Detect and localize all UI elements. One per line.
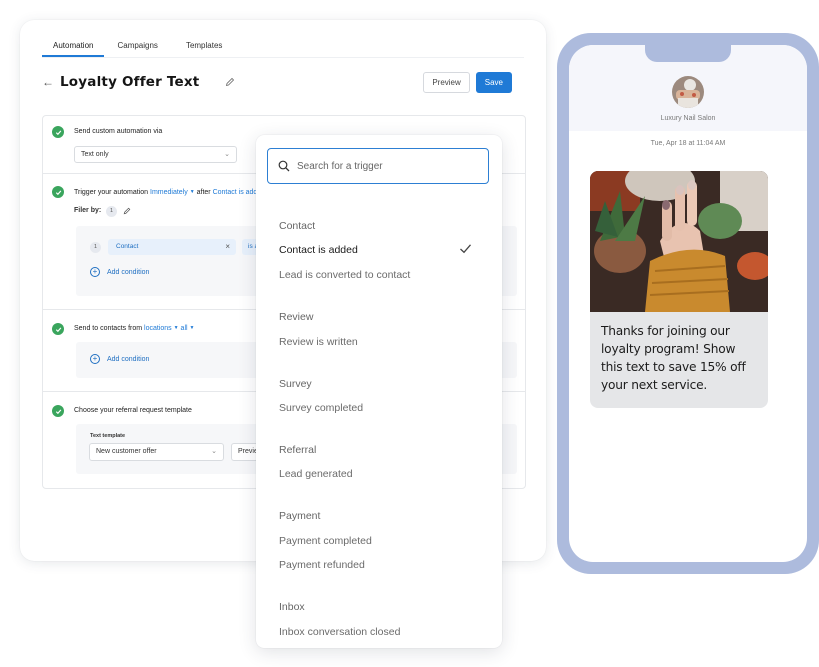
phone-screen: Luxury Nail Salon Tue, Apr 18 at 11:04 A…: [569, 45, 807, 562]
search-icon: [278, 160, 290, 172]
option-label: Contact is added: [279, 244, 358, 256]
trigger-option-inbox-closed[interactable]: Inbox conversation closed: [279, 626, 472, 638]
group-header-referral: Referral: [279, 444, 317, 456]
check-circle-icon: [52, 323, 64, 335]
text-template-label: Text template: [90, 433, 126, 439]
tab-automation[interactable]: Automation: [42, 40, 105, 57]
trigger-search-input[interactable]: [297, 160, 477, 172]
close-icon[interactable]: ×: [225, 239, 230, 255]
plus-circle-icon: +: [90, 354, 100, 364]
group-header-survey: Survey: [279, 378, 312, 390]
add-condition-label: Add condition: [107, 268, 150, 276]
add-condition-button[interactable]: + Add condition: [90, 267, 149, 277]
scope-value: locations: [144, 325, 172, 332]
group-header-payment: Payment: [279, 510, 321, 522]
trigger-option-payment-refunded[interactable]: Payment refunded: [279, 559, 472, 571]
step-label: Send custom automation via: [74, 128, 163, 135]
timing-value: Immediately: [150, 189, 188, 196]
chevron-down-icon: ⌄: [224, 151, 230, 158]
filter-count-badge: 1: [106, 206, 117, 217]
caret-down-icon: ▼: [189, 325, 195, 332]
tab-templates[interactable]: Templates: [175, 40, 233, 57]
tab-campaigns[interactable]: Campaigns: [106, 40, 168, 57]
preview-button[interactable]: Preview: [423, 71, 470, 93]
condition-field-chip[interactable]: Contact ×: [108, 239, 236, 255]
sender-name: Luxury Nail Salon: [660, 115, 716, 122]
pencil-icon[interactable]: [225, 77, 235, 87]
phone-notch: [645, 45, 731, 62]
caret-down-icon: ▼: [173, 325, 179, 332]
scope-value-label: all: [180, 325, 188, 332]
template-select-value: New customer offer: [96, 448, 157, 455]
trigger-option-review-written[interactable]: Review is written: [279, 336, 472, 348]
scope-value-dropdown[interactable]: all ▼: [181, 325, 195, 332]
trigger-option-contact-is-added[interactable]: Contact is added: [279, 244, 472, 256]
step-label: Choose your referral request template: [74, 407, 192, 414]
trigger-dropdown: Contact Contact is added Lead is convert…: [256, 135, 502, 648]
add-condition-label: Add condition: [107, 355, 150, 363]
check-circle-icon: [52, 126, 64, 138]
pencil-icon[interactable]: [123, 207, 131, 215]
send-to-label: Send to contacts from: [74, 325, 143, 332]
send-to-sentence: Send to contacts from locations ▼ all ▼: [74, 325, 194, 332]
message-bubble: Thanks for joining our loyalty program! …: [590, 171, 768, 408]
scope-dropdown[interactable]: locations ▼: [144, 325, 179, 332]
chevron-down-icon: ⌄: [211, 448, 217, 455]
group-header-inbox: Inbox: [279, 601, 305, 613]
channel-select-value: Text only: [81, 151, 109, 158]
trigger-label: Trigger your automation: [74, 189, 149, 196]
add-condition-button[interactable]: + Add condition: [90, 354, 149, 364]
salon-avatar: [672, 76, 704, 108]
trigger-option-survey-completed[interactable]: Survey completed: [279, 402, 472, 414]
trigger-option-lead-converted[interactable]: Lead is converted to contact: [279, 269, 472, 281]
phone-preview: Luxury Nail Salon Tue, Apr 18 at 11:04 A…: [557, 33, 819, 574]
trigger-option-payment-completed[interactable]: Payment completed: [279, 535, 472, 547]
condition-field-value: Contact: [116, 243, 139, 250]
save-button[interactable]: Save: [475, 71, 512, 93]
trigger-search[interactable]: [267, 148, 489, 184]
condition-index-badge: 1: [90, 242, 101, 253]
group-header-contact: Contact: [279, 220, 316, 232]
title-row: ← Loyalty Offer Text Preview Save: [42, 70, 512, 94]
tab-bar: Automation Campaigns Templates: [42, 40, 524, 58]
message-photo: [590, 171, 768, 312]
check-circle-icon: [52, 405, 64, 417]
trigger-option-lead-generated[interactable]: Lead generated: [279, 468, 472, 480]
page-title: Loyalty Offer Text: [60, 74, 200, 90]
after-label: after: [196, 189, 211, 196]
channel-select[interactable]: Text only ⌄: [74, 146, 237, 163]
trigger-sentence: Trigger your automation Immediately ▼ af…: [74, 189, 265, 196]
filter-label: Filer by:: [74, 207, 102, 214]
caret-down-icon: ▼: [189, 189, 195, 196]
timing-dropdown[interactable]: Immediately ▼: [150, 189, 195, 196]
check-circle-icon: [52, 186, 64, 198]
checkmark-icon: [460, 244, 471, 254]
message-timestamp: Tue, Apr 18 at 11:04 AM: [650, 140, 726, 147]
message-text: Thanks for joining our loyalty program! …: [601, 324, 746, 392]
group-header-review: Review: [279, 311, 314, 323]
arrow-left-icon[interactable]: ←: [42, 75, 60, 89]
plus-circle-icon: +: [90, 267, 100, 277]
template-select[interactable]: New customer offer ⌄: [89, 443, 224, 461]
